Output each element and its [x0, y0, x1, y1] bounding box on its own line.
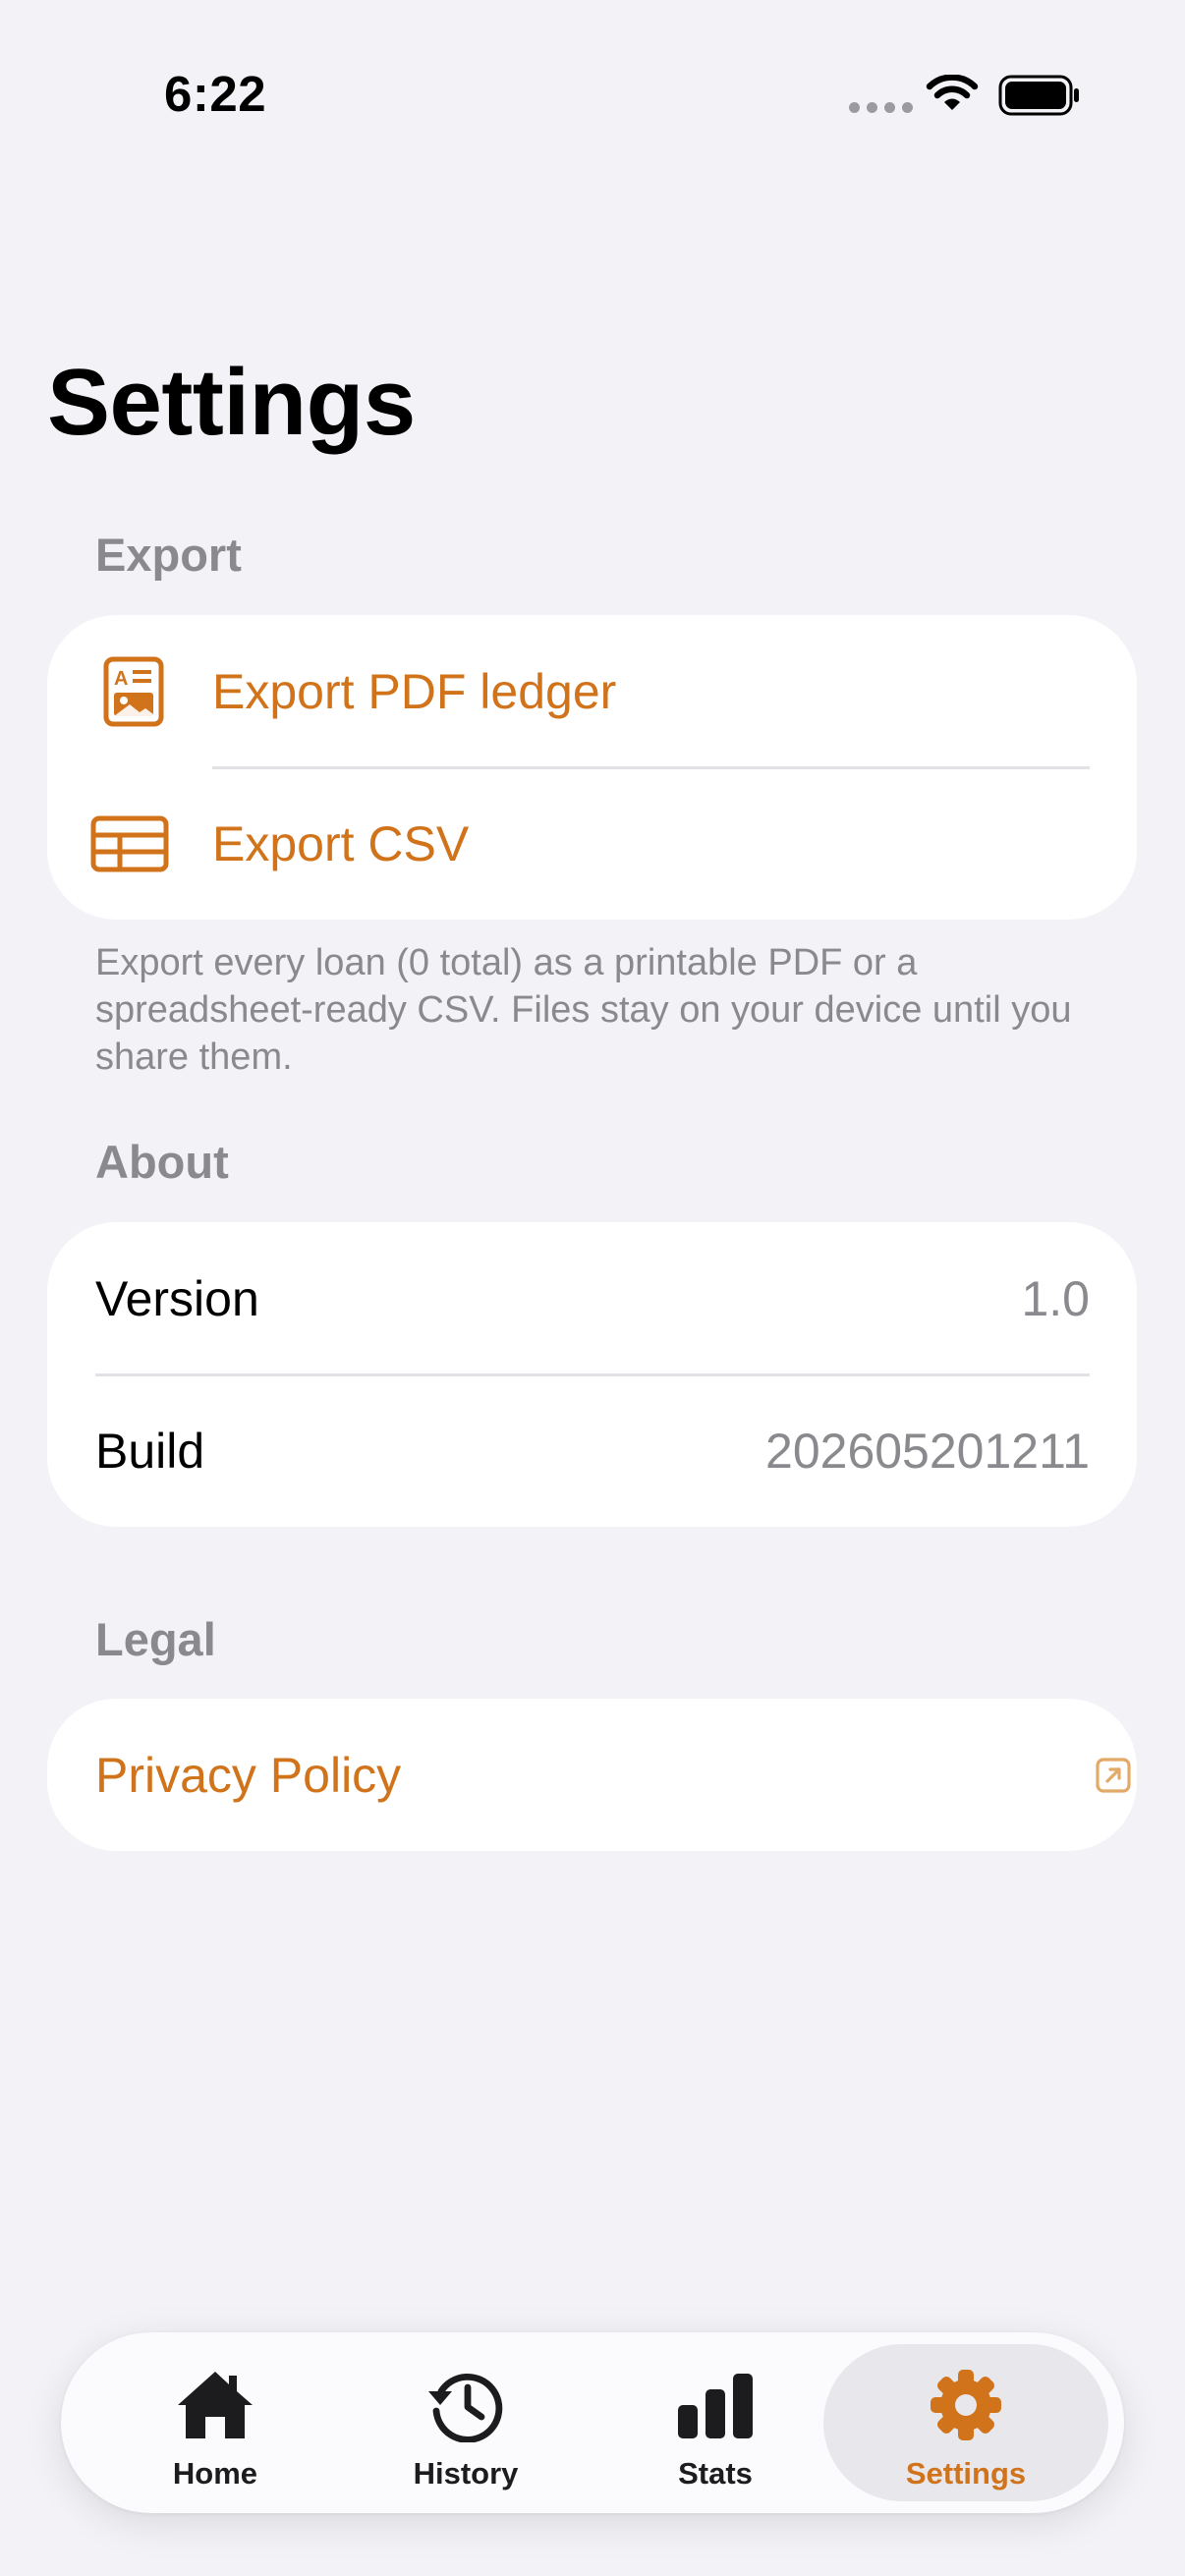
bar-chart-icon	[678, 2374, 753, 2438]
page-title: Settings	[47, 350, 416, 455]
tab-history[interactable]: History	[343, 2344, 589, 2501]
tab-bar: Home History Stats Settings	[61, 2332, 1124, 2513]
section-header-legal: Legal	[95, 1613, 216, 1665]
section-header-export: Export	[95, 529, 242, 581]
tab-stats-label: Stats	[678, 2456, 753, 2491]
export-card: A Export PDF ledger Export CSV	[47, 615, 1137, 920]
about-card: Version 1.0 Build 202605201211	[47, 1222, 1137, 1527]
build-row: Build 202605201211	[47, 1374, 1137, 1527]
battery-icon	[998, 75, 1079, 116]
privacy-policy-row[interactable]: Privacy Policy	[47, 1699, 1137, 1851]
legal-card: Privacy Policy	[47, 1699, 1137, 1851]
build-value: 202605201211	[765, 1423, 1090, 1479]
privacy-policy-label: Privacy Policy	[95, 1747, 402, 1803]
house-icon	[178, 2372, 253, 2438]
export-pdf-ledger-label: Export PDF ledger	[212, 663, 617, 719]
svg-text:A: A	[114, 668, 128, 690]
gear-icon	[931, 2370, 1001, 2440]
tab-history-label: History	[413, 2456, 519, 2491]
export-pdf-ledger-row[interactable]: A Export PDF ledger	[47, 615, 1137, 767]
version-label: Version	[95, 1270, 259, 1326]
pdf-document-icon: A	[103, 656, 164, 726]
build-label: Build	[95, 1423, 205, 1479]
tab-settings-label: Settings	[905, 2456, 1027, 2491]
wifi-icon	[926, 75, 979, 110]
external-link-icon	[1096, 1757, 1131, 1793]
tab-home[interactable]: Home	[92, 2344, 338, 2501]
cellular-signal-icon	[849, 102, 913, 113]
tab-home-label: Home	[172, 2456, 258, 2491]
export-footer-note: Export every loan (0 total) as a printab…	[95, 942, 1072, 1078]
tab-stats[interactable]: Stats	[592, 2344, 838, 2501]
status-bar: 6:22	[0, 0, 1185, 196]
export-csv-label: Export CSV	[212, 815, 470, 871]
export-csv-row[interactable]: Export CSV	[47, 767, 1137, 920]
clock-arrow-icon	[428, 2373, 503, 2442]
status-time: 6:22	[164, 66, 267, 122]
version-row: Version 1.0	[47, 1222, 1137, 1374]
version-value: 1.0	[1021, 1270, 1090, 1326]
table-icon	[90, 815, 169, 871]
tab-settings[interactable]: Settings	[823, 2344, 1108, 2501]
section-header-about: About	[95, 1136, 229, 1188]
